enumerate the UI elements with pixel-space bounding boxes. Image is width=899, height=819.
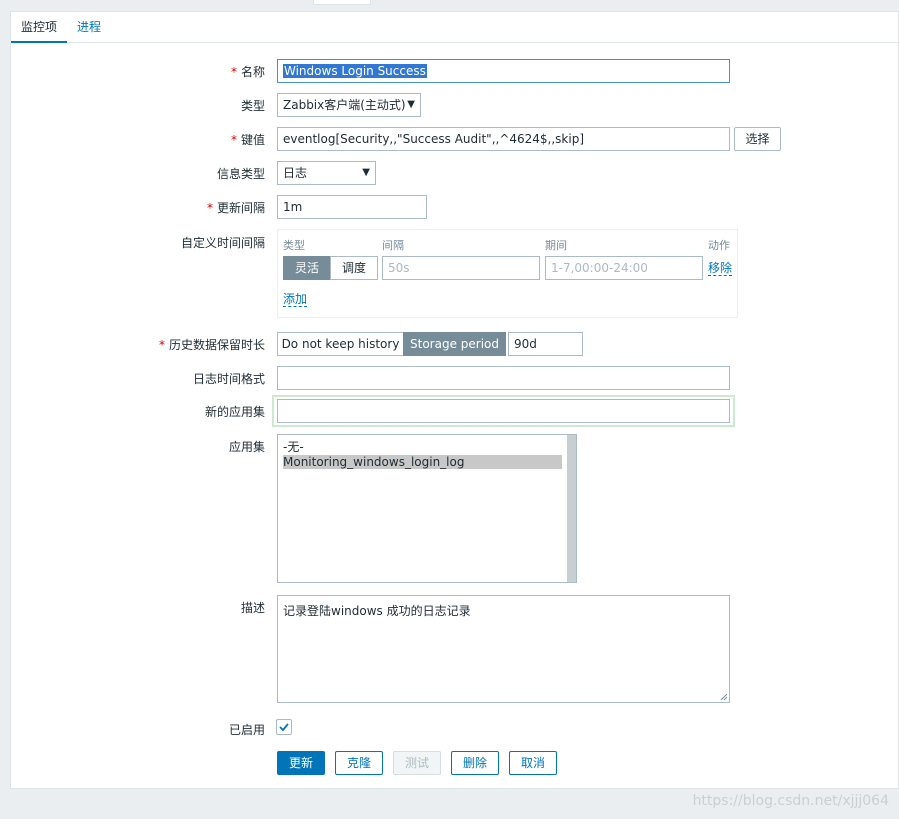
item-form-panel: 监控项 进程 * 名称 Windows Login Success 类型 Zabb… <box>10 11 899 789</box>
info-type-select[interactable]: 日志 ▼ <box>277 161 376 185</box>
type-select[interactable]: Zabbix客户端(主动式) ▼ <box>277 93 421 117</box>
tab-item[interactable]: 监控项 <box>11 18 68 43</box>
checkmark-icon <box>279 723 289 732</box>
update-button[interactable]: 更新 <box>277 751 325 775</box>
add-interval-link[interactable]: 添加 <box>283 292 308 307</box>
new-application-label: 新的应用集 <box>204 405 265 419</box>
name-input-value: Windows Login Success <box>283 64 427 78</box>
required-star: * <box>230 65 237 79</box>
col-period-header: 期间 <box>545 239 567 252</box>
interval-placeholder: 50s <box>388 261 410 275</box>
applications-listbox[interactable]: -无- Monitoring_windows_login_log <box>277 434 577 583</box>
info-type-label: 信息类型 <box>216 167 265 181</box>
interval-input[interactable]: 50s <box>382 256 540 280</box>
description-label: 描述 <box>240 601 265 615</box>
delete-button[interactable]: 删除 <box>451 751 499 775</box>
applications-label: 应用集 <box>228 440 265 454</box>
name-label-text: 名称 <box>240 65 265 79</box>
log-time-format-input[interactable] <box>277 366 730 390</box>
cancel-button[interactable]: 取消 <box>509 751 557 775</box>
clone-button[interactable]: 克隆 <box>335 751 383 775</box>
enabled-label: 已启用 <box>228 723 265 737</box>
mode-scheduling-toggle[interactable]: 调度 <box>330 256 378 280</box>
tab-process[interactable]: 进程 <box>77 18 101 43</box>
type-label: 类型 <box>240 99 265 113</box>
tab-bar: 监控项 进程 <box>11 12 898 43</box>
list-item[interactable]: -无- <box>283 440 562 454</box>
col-type-header: 类型 <box>283 239 305 252</box>
resize-grip-icon[interactable] <box>720 693 728 701</box>
list-item[interactable]: Monitoring_windows_login_log <box>283 455 562 469</box>
top-tab-nub <box>313 0 371 5</box>
enabled-checkbox[interactable] <box>276 719 292 735</box>
caret-down-icon: ▼ <box>407 99 415 110</box>
mode-flexible-toggle[interactable]: 灵活 <box>283 256 331 280</box>
required-star: * <box>230 133 237 147</box>
log-time-format-label: 日志时间格式 <box>192 372 265 386</box>
caret-down-icon: ▼ <box>362 167 370 178</box>
name-input[interactable]: Windows Login Success <box>277 59 730 83</box>
period-placeholder: 1-7,00:00-24:00 <box>551 261 648 275</box>
key-label-text: 键值 <box>240 133 265 147</box>
key-select-button[interactable]: 选择 <box>734 127 781 151</box>
type-select-value: Zabbix客户端(主动式) <box>283 98 406 112</box>
update-interval-label-text: 更新间隔 <box>216 201 265 215</box>
history-do-not-keep-toggle[interactable]: Do not keep history <box>277 332 404 356</box>
custom-intervals-label: 自定义时间间隔 <box>180 236 265 250</box>
period-input[interactable]: 1-7,00:00-24:00 <box>545 256 703 280</box>
description-textarea[interactable]: 记录登陆windows 成功的日志记录 <box>277 595 730 703</box>
required-star: * <box>158 338 165 352</box>
history-storage-period-toggle[interactable]: Storage period <box>403 332 506 356</box>
test-button: 测试 <box>393 751 441 775</box>
history-label-text: 历史数据保留时长 <box>168 338 265 352</box>
col-interval-header: 间隔 <box>382 239 404 252</box>
remove-interval-link[interactable]: 移除 <box>708 261 733 276</box>
watermark-text: https://blog.csdn.net/xjjj064 <box>692 793 889 809</box>
listbox-scrollbar[interactable] <box>567 435 576 582</box>
name-label: * 名称 <box>231 63 265 80</box>
history-label: * 历史数据保留时长 <box>159 336 265 353</box>
key-label: * 键值 <box>231 131 265 148</box>
new-application-input[interactable] <box>277 399 730 423</box>
info-type-select-value: 日志 <box>283 166 308 180</box>
description-value: 记录登陆windows 成功的日志记录 <box>283 604 471 618</box>
update-interval-input[interactable]: 1m <box>277 195 427 219</box>
history-period-input[interactable]: 90d <box>508 332 583 356</box>
key-input[interactable]: eventlog[Security,,"Success Audit",,^462… <box>277 127 730 151</box>
update-interval-label: * 更新间隔 <box>207 199 265 216</box>
required-star: * <box>206 201 213 215</box>
col-action-header: 动作 <box>708 239 730 252</box>
custom-intervals-table: 类型 间隔 期间 动作 灵活 调度 50s 1-7,00:00-24:00 移除… <box>277 229 738 318</box>
